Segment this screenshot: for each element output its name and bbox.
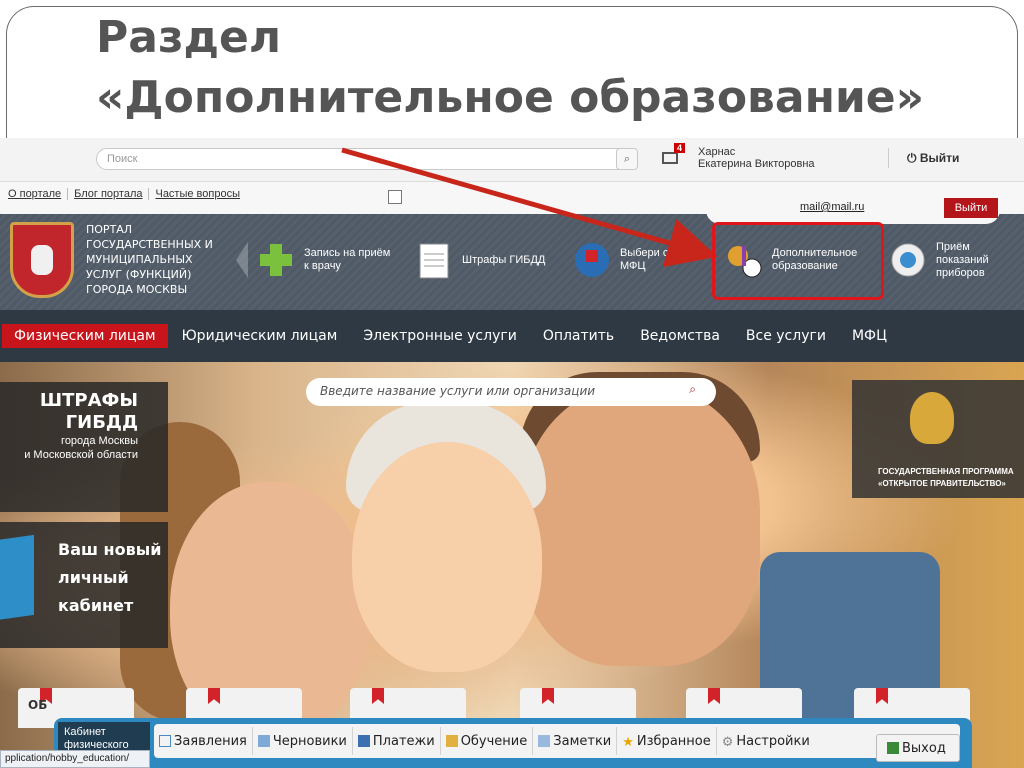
user-name[interactable]: Харнас Екатерина Викторовна [698, 146, 815, 170]
highlight-box [712, 222, 884, 300]
nav-departments[interactable]: Ведомства [628, 324, 732, 348]
user-surname: Харнас [698, 146, 736, 158]
user-given-name: Екатерина Викторовна [698, 158, 815, 170]
service-label: Запись на приём к врачу [304, 247, 391, 272]
logout-label: Выйти [919, 151, 960, 165]
mfc-icon [575, 243, 609, 277]
nav-pay[interactable]: Оплатить [531, 324, 626, 348]
menu-settings[interactable]: ⚙ Настройки [717, 727, 815, 755]
main-nav: Физическим лицам Юридическим лицам Элект… [0, 310, 1024, 362]
status-bar-url: pplication/hobby_education/ [0, 750, 150, 768]
payments-icon [357, 735, 370, 747]
service-meter-readings[interactable]: Приём показаний приборов [888, 232, 1024, 288]
portal-links: О портале Блог портала Частые вопросы [8, 188, 252, 200]
hero-photo-part [352, 442, 542, 672]
promo-fines-sub1: города Москвы [61, 435, 138, 447]
mail-icon[interactable] [662, 152, 678, 164]
link-faq[interactable]: Частые вопросы [155, 188, 246, 200]
cabinet-taskbar: Кабинет физического Заявления Черновики … [54, 718, 972, 768]
hero-search-placeholder: Введите название услуги или организации [320, 384, 596, 398]
account-email[interactable]: mail@mail.ru [800, 201, 864, 213]
portal-name[interactable]: Портал государственных и муниципальных у… [86, 222, 213, 297]
search-button[interactable]: ⌕ [616, 148, 638, 170]
slide-title: Раздел «Дополнительное образование» [96, 8, 924, 128]
promo-gov-line1: Государственная программа [878, 467, 1014, 476]
promo-fines-title2: ГИБДД [65, 412, 138, 433]
menu-label: Заявления [174, 733, 247, 749]
nav-legal-entities[interactable]: Юридическим лицам [170, 324, 350, 348]
promo-cabinet-line: кабинет [58, 596, 134, 615]
nav-e-services[interactable]: Электронные услуги [351, 324, 529, 348]
account-logout-button[interactable]: Выйти [944, 198, 998, 218]
promo-fines-title1: ШТРАФЫ [39, 390, 138, 411]
promo-open-government[interactable]: Государственная программа «Открытое прав… [852, 380, 1024, 498]
promo-cabinet-line: личный [58, 568, 129, 587]
menu-label: Заметки [553, 733, 612, 749]
nav-all-services[interactable]: Все услуги [734, 324, 838, 348]
promo-cabinet-line: Ваш новый [58, 540, 162, 559]
cabinet-icon [0, 534, 34, 622]
portal-name-line: муниципальных [86, 253, 193, 266]
applications-icon [159, 735, 171, 747]
hero-banner: Введите название услуги или организации … [0, 362, 1024, 768]
medical-cross-icon [260, 244, 292, 276]
search-icon[interactable]: ⌕ [689, 382, 696, 397]
logout-button[interactable]: ⏻ Выйти [888, 148, 959, 168]
menu-education[interactable]: Обучение [441, 727, 534, 755]
star-icon: ★ [622, 735, 634, 750]
exit-icon [887, 742, 899, 754]
hero-photo-part [520, 386, 760, 666]
menu-applications[interactable]: Заявления [154, 727, 253, 755]
cabinet-menu: Заявления Черновики Платежи Обучение Зам… [154, 724, 960, 758]
menu-notes[interactable]: Заметки [533, 727, 618, 755]
service-label: Штрафы ГИБДД [462, 253, 546, 266]
notes-icon [538, 735, 551, 747]
menu-label: Избранное [636, 733, 711, 749]
service-doctor[interactable]: Запись на приём к врачу [256, 232, 394, 288]
slide-title-line1: Раздел [96, 12, 282, 63]
gear-icon: ⚙ [721, 735, 734, 750]
service-mfc[interactable]: Выбери свой МФЦ [572, 232, 710, 288]
portal-name-line: услуг (функций) [86, 268, 192, 281]
menu-payments[interactable]: Платежи [353, 727, 441, 755]
nav-mfc[interactable]: МФЦ [840, 324, 899, 348]
russian-emblem-icon [910, 392, 954, 444]
menu-label: Платежи [372, 733, 435, 749]
carousel-prev-icon[interactable] [236, 242, 248, 278]
promo-personal-cabinet[interactable]: Ваш новый личный кабинет [0, 522, 168, 648]
drafts-icon [257, 735, 270, 747]
exit-label: Выход [902, 740, 946, 756]
promo-gov-line2: «Открытое правительство» [878, 479, 1006, 488]
promo-fines[interactable]: ШТРАФЫ ГИБДД города Москвы и Московской … [0, 382, 168, 512]
menu-favorites[interactable]: ★ Избранное [617, 727, 717, 755]
service-fines[interactable]: Штрафы ГИБДД [414, 232, 545, 288]
link-blog[interactable]: Блог портала [74, 188, 150, 200]
portal-name-line: города Москвы [86, 283, 188, 296]
moscow-coat-of-arms-icon[interactable] [10, 222, 74, 298]
slide-title-line2: «Дополнительное образование» [96, 72, 925, 123]
meter-icon [891, 243, 925, 277]
mail-count-badge: 4 [674, 143, 686, 153]
bookmark-label: ОБ [28, 698, 48, 712]
portal-name-line: государственных и [86, 238, 213, 251]
menu-label: Черновики [272, 733, 347, 749]
top-bar: Поиск ⌕ 4 Харнас Екатерина Викторовна ⏻ … [0, 138, 1024, 182]
hero-search-input[interactable]: Введите название услуги или организации … [306, 378, 716, 406]
menu-drafts[interactable]: Черновики [253, 727, 353, 755]
cabinet-title-line1: Кабинет [64, 726, 106, 738]
promo-fines-sub2: и Московской области [24, 449, 138, 461]
fine-document-icon [419, 243, 449, 279]
exit-button[interactable]: Выход [876, 734, 960, 762]
search-input[interactable]: Поиск [96, 148, 636, 170]
menu-label: Настройки [736, 733, 810, 749]
education-icon [445, 735, 458, 747]
portal-name-line: Портал [86, 223, 133, 236]
notepad-icon[interactable] [388, 190, 402, 204]
service-label: Выбери свой МФЦ [620, 247, 687, 272]
menu-label: Обучение [460, 733, 528, 749]
service-label: Приём показаний приборов [936, 240, 989, 279]
link-about[interactable]: О портале [8, 188, 69, 200]
nav-individuals[interactable]: Физическим лицам [2, 324, 168, 348]
